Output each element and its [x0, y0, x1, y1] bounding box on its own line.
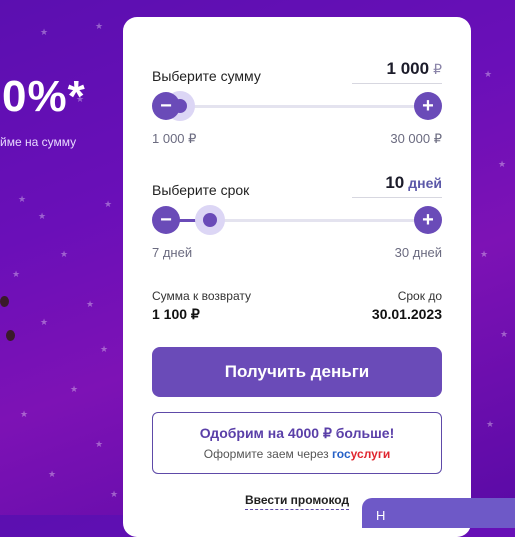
loan-summary: Сумма к возврату 1 100 ₽ Срок до 30.01.2…	[152, 289, 442, 323]
amount-slider[interactable]: − +	[152, 91, 442, 121]
term-label: Выберите срок	[152, 182, 250, 198]
amount-plus-button[interactable]: +	[414, 92, 442, 120]
minus-icon: −	[160, 94, 172, 117]
term-min-label: 7 дней	[152, 245, 193, 260]
amount-unit: ₽	[433, 61, 442, 77]
term-slider[interactable]: − +	[152, 205, 442, 235]
amount-range: 1 000 ₽ 30 000 ₽	[152, 131, 442, 147]
term-minus-button[interactable]: −	[152, 206, 180, 234]
amount-input[interactable]: 1 000 ₽	[352, 59, 442, 84]
minus-icon: −	[160, 208, 172, 231]
promo-headline: 0%*	[2, 72, 86, 121]
offer-subtitle-prefix: Оформите заем через	[203, 447, 332, 461]
chat-widget[interactable]: Н	[362, 498, 515, 528]
term-range: 7 дней 30 дней	[152, 245, 442, 260]
due-date-label: Срок до	[397, 289, 442, 303]
term-header: Выберите срок 10 дней	[152, 173, 442, 198]
amount-track	[166, 105, 428, 108]
amount-label: Выберите сумму	[152, 68, 261, 84]
offer-title: Одобрим на 4000 ₽ больше!	[199, 425, 395, 441]
amount-header: Выберите сумму 1 000 ₽	[152, 59, 442, 84]
gosuslugi-logo-uslugi: услуги	[350, 447, 391, 461]
gosuslugi-offer-button[interactable]: Одобрим на 4000 ₽ больше! Оформите заем …	[152, 412, 442, 474]
amount-value: 1 000	[386, 59, 430, 78]
due-date-value: 30.01.2023	[371, 306, 442, 322]
get-money-button[interactable]: Получить деньги	[152, 347, 442, 397]
promo-subline: йме на сумму	[0, 135, 77, 149]
amount-min-label: 1 000 ₽	[152, 131, 197, 146]
plus-icon: +	[422, 94, 434, 117]
amount-minus-button[interactable]: −	[152, 92, 180, 120]
amount-max-label: 30 000 ₽	[390, 131, 442, 146]
decor-blob	[0, 296, 9, 307]
return-amount-label: Сумма к возврату	[152, 289, 251, 303]
plus-icon: +	[422, 208, 434, 231]
return-amount-value: 1 100 ₽	[152, 306, 200, 322]
term-max-label: 30 дней	[394, 245, 442, 260]
decor-blob	[6, 330, 15, 341]
gosuslugi-logo-gos: гос	[331, 447, 351, 461]
term-value: 10	[385, 173, 405, 192]
loan-calculator-card: Выберите сумму 1 000 ₽ − + 1 000 ₽ 30 000…	[123, 17, 471, 537]
term-input[interactable]: 10 дней	[352, 173, 442, 198]
offer-subtitle: Оформите заем через госуслуги	[204, 447, 390, 461]
term-plus-button[interactable]: +	[414, 206, 442, 234]
term-unit: дней	[408, 175, 442, 191]
enter-promocode-link[interactable]: Ввести промокод	[245, 493, 350, 510]
